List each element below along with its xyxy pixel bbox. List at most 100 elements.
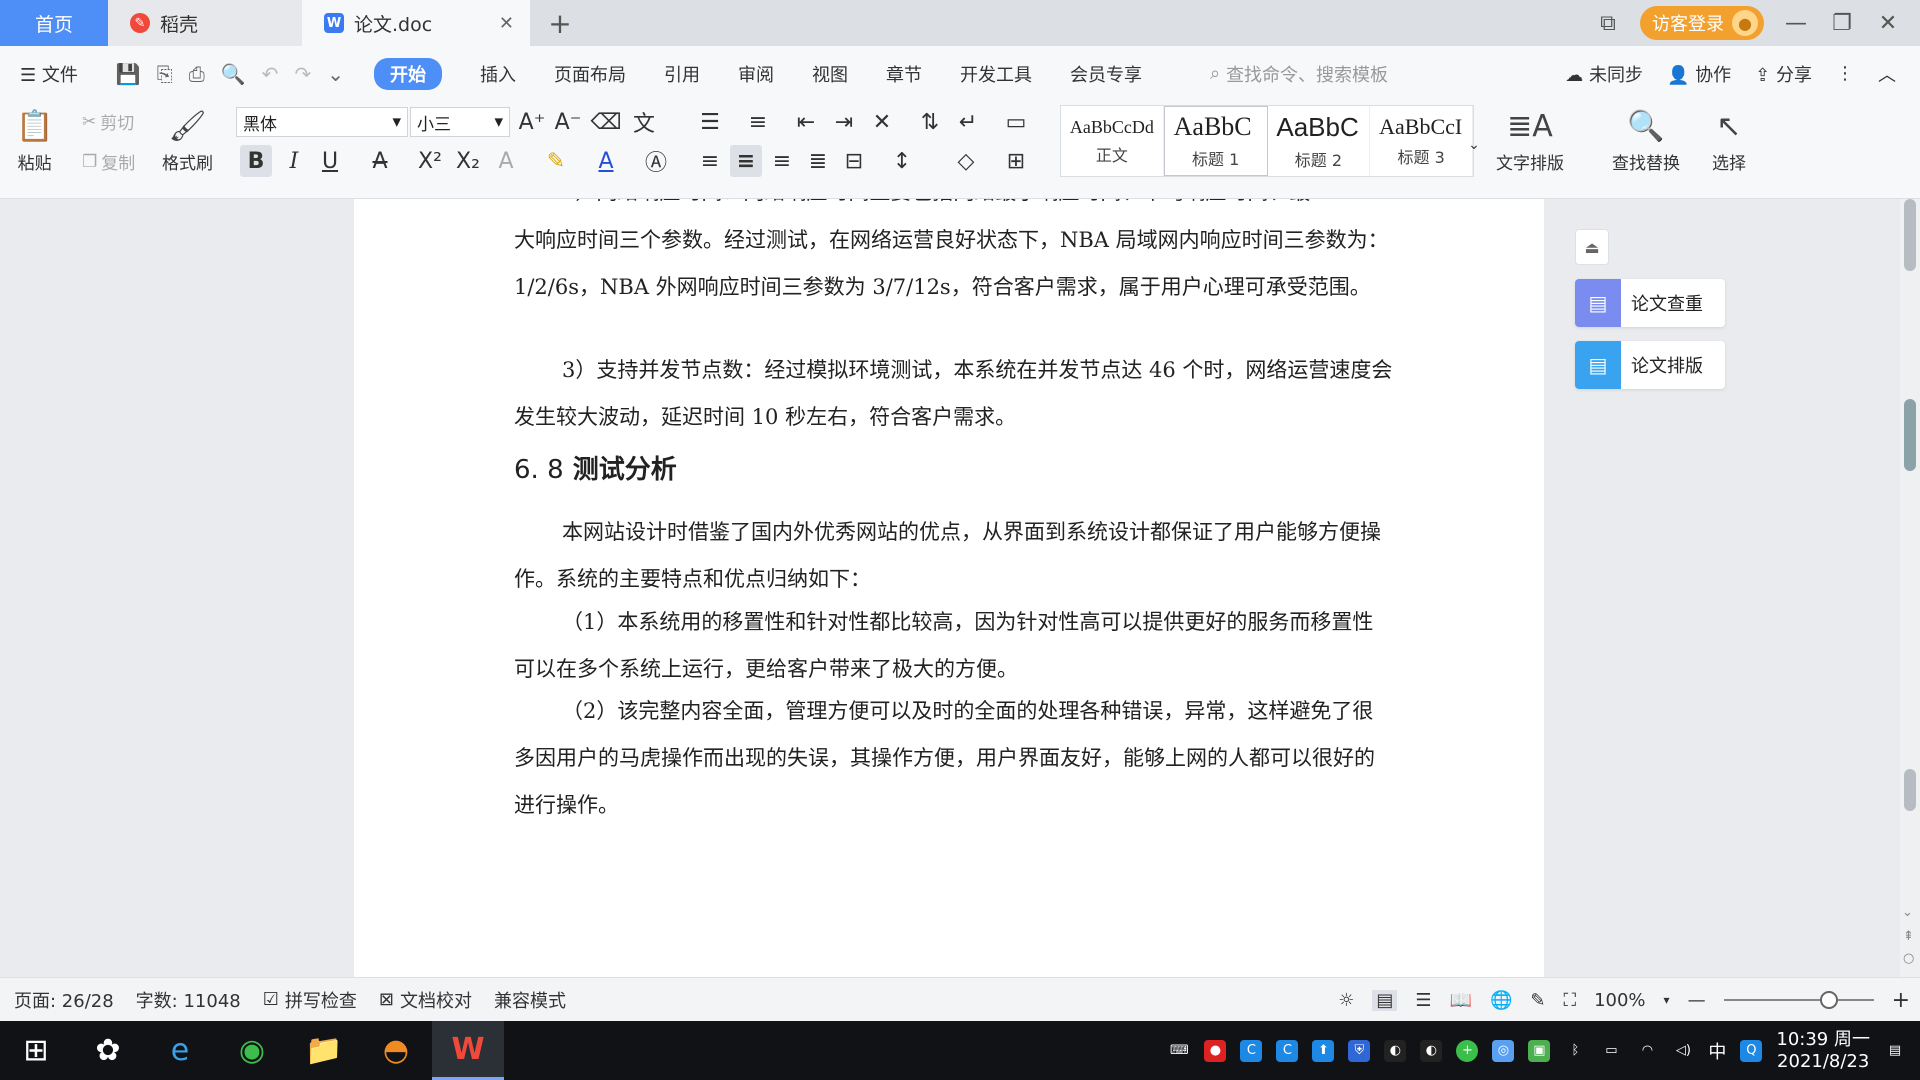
style-normal[interactable]: AaBbCcDd 正文 — [1061, 106, 1164, 176]
zoom-in-icon[interactable]: + — [1892, 988, 1910, 1013]
superscript-icon[interactable]: X² — [414, 145, 446, 177]
share-button[interactable]: ⇪ 分享 — [1755, 61, 1812, 87]
scrollbar-thumb[interactable] — [1904, 399, 1916, 471]
decrease-indent-icon[interactable]: ⇤ — [790, 106, 822, 138]
close-tab-icon[interactable]: ✕ — [499, 13, 514, 34]
proofread-button[interactable]: ⊠ 文档校对 — [379, 987, 472, 1013]
word-count[interactable]: 字数: 11048 — [136, 987, 241, 1013]
copy-button[interactable]: ❐ 复制 — [82, 149, 135, 175]
italic-icon[interactable]: I — [278, 145, 310, 177]
font-name-select[interactable]: 黑体 ▾ — [236, 107, 408, 137]
file-menu[interactable]: ☰ 文件 — [20, 61, 78, 87]
battery-icon[interactable]: ▭ — [1600, 1040, 1622, 1062]
scrollbar-thumb-top[interactable] — [1904, 199, 1916, 271]
font-color-icon[interactable]: A — [590, 145, 622, 177]
collab-button[interactable]: 👤 协作 — [1667, 61, 1731, 87]
tray-app-red-icon[interactable]: ● — [1204, 1039, 1227, 1062]
print-preview-icon[interactable]: 🔍 — [221, 62, 246, 86]
collapse-panel-icon[interactable]: ⏏ — [1575, 229, 1609, 265]
browser-360-icon[interactable]: ◉ — [216, 1021, 288, 1080]
more-icon[interactable]: ⋮ — [1836, 63, 1854, 84]
tab-daoke[interactable]: ✎ 稻壳 — [108, 0, 302, 46]
char-border-icon[interactable]: Ⓐ — [640, 145, 672, 177]
tab-document[interactable]: W 论文.doc ✕ — [302, 0, 530, 46]
print-icon[interactable]: ⎙ — [189, 62, 205, 86]
eye-protection-icon[interactable]: ☼ — [1338, 990, 1354, 1011]
shading-icon[interactable]: ◇ — [950, 145, 982, 177]
bullet-list-icon[interactable]: ☰ — [694, 106, 726, 138]
increase-indent-icon[interactable]: ⇥ — [828, 106, 860, 138]
justify-icon[interactable]: ≣ — [802, 145, 834, 177]
restore-icon[interactable]: ❐ — [1828, 11, 1856, 36]
paper-check-button[interactable]: ▤ 论文查重 — [1575, 279, 1725, 327]
format-painter-button[interactable]: 🖌 格式刷 — [162, 105, 213, 174]
tab-chapter[interactable]: 章节 — [886, 61, 922, 87]
tab-page-layout[interactable]: 页面布局 — [554, 61, 626, 87]
scrollbar-thumb-lower[interactable] — [1904, 769, 1916, 811]
pinwheel-app-icon[interactable]: ✿ — [72, 1021, 144, 1080]
shield-icon[interactable]: ⛨ — [1348, 1039, 1371, 1062]
text-effect-icon[interactable]: A — [490, 145, 522, 177]
document-page[interactable]: 2）网络响应时间：网络响应时间主要包括网络最小响应时间、平均响应时间、最 大响应… — [354, 199, 1544, 977]
write-mode-icon[interactable]: ✎ — [1530, 990, 1545, 1011]
tray-app-light-blue-icon[interactable]: ◎ — [1492, 1039, 1515, 1062]
tray-app-blue-icon[interactable]: C — [1240, 1039, 1263, 1062]
vertical-scrollbar[interactable]: ⌄ ⇞ ○ — [1900, 199, 1920, 977]
sort-icon[interactable]: ⇅ — [914, 106, 946, 138]
align-center-icon[interactable]: ≡ — [730, 145, 762, 177]
page-view-icon[interactable]: ▤ — [1372, 989, 1398, 1011]
tab-view[interactable]: 视图 — [812, 61, 848, 87]
paper-layout-button[interactable]: ▤ 论文排版 — [1575, 341, 1725, 389]
guest-login-button[interactable]: 访客登录 ● — [1640, 6, 1764, 40]
close-window-icon[interactable]: ✕ — [1874, 11, 1902, 36]
format-icon[interactable]: ⎘ — [157, 62, 173, 86]
line-spacing-icon[interactable]: ↕ — [886, 145, 918, 177]
outline-view-icon[interactable]: ☰ — [1415, 990, 1431, 1011]
collapse-ribbon-icon[interactable]: ︿ — [1878, 61, 1896, 87]
sync-button[interactable]: ☁ 未同步 — [1565, 61, 1643, 87]
strikethrough-icon[interactable]: A — [364, 145, 396, 177]
paste-button[interactable]: 📋 粘贴 — [16, 105, 53, 174]
ime-indicator[interactable]: 中 — [1708, 1038, 1726, 1064]
tab-references[interactable]: 引用 — [664, 61, 700, 87]
input-method-icon[interactable]: Q — [1740, 1039, 1763, 1062]
align-right-icon[interactable]: ≡ — [766, 145, 798, 177]
volume-icon[interactable]: ◁) — [1672, 1040, 1694, 1062]
numbered-list-icon[interactable]: ≡ — [742, 106, 774, 138]
notification-icon[interactable]: ▤ — [1884, 1040, 1906, 1062]
undo-icon[interactable]: ↶ — [262, 62, 279, 86]
tab-review[interactable]: 审阅 — [738, 61, 774, 87]
zoom-out-icon[interactable]: — — [1688, 990, 1706, 1011]
web-view-icon[interactable]: 🌐 — [1490, 990, 1512, 1011]
prev-page-icon[interactable]: ⇞ — [1903, 929, 1914, 944]
wps-app-icon[interactable]: W — [432, 1021, 504, 1080]
fit-page-icon[interactable]: ⛶ — [1563, 990, 1576, 1011]
customize-dropdown-icon[interactable]: ⌄ — [327, 62, 344, 86]
windows-start-icon[interactable]: ⊞ — [0, 1021, 72, 1080]
file-explorer-icon[interactable]: 📁 — [288, 1021, 360, 1080]
plus-app-icon[interactable]: + — [1456, 1039, 1479, 1062]
spell-check-button[interactable]: ☑ 拼写检查 — [263, 987, 357, 1013]
phonetic-icon[interactable]: 文 — [628, 106, 660, 138]
underline-icon[interactable]: U — [314, 145, 346, 177]
tab-home[interactable]: 首页 — [0, 0, 108, 46]
align-left-icon[interactable]: ≡ — [694, 145, 726, 177]
bold-icon[interactable]: B — [240, 145, 272, 177]
redo-icon[interactable]: ↷ — [294, 62, 311, 86]
tab-start[interactable]: 开始 — [373, 57, 442, 90]
paragraph-marks-icon[interactable]: ↵ — [952, 106, 984, 138]
style-heading-1[interactable]: AaBbC 标题 1 — [1163, 106, 1268, 176]
save-icon[interactable]: 💾 — [116, 62, 141, 86]
ie-browser-icon[interactable]: e — [144, 1021, 216, 1080]
grow-font-icon[interactable]: A⁺ — [516, 106, 548, 138]
zoom-slider-knob[interactable] — [1819, 991, 1838, 1009]
clock[interactable]: 10:39 周一 2021/8/23 — [1776, 1029, 1870, 1073]
zoom-slider[interactable] — [1723, 991, 1874, 1009]
cut-button[interactable]: ✂ 剪切 — [82, 109, 134, 135]
qq-icon[interactable]: ◐ — [1384, 1039, 1407, 1062]
tab-member[interactable]: 会员专享 — [1070, 61, 1142, 87]
ruler-icon[interactable]: ▭ — [1000, 106, 1032, 138]
bluetooth-icon[interactable]: ᛒ — [1564, 1040, 1586, 1062]
style-gallery-more-icon[interactable]: ⌄ — [1458, 129, 1490, 161]
layout-switch-icon[interactable]: ⧉ — [1594, 11, 1622, 36]
